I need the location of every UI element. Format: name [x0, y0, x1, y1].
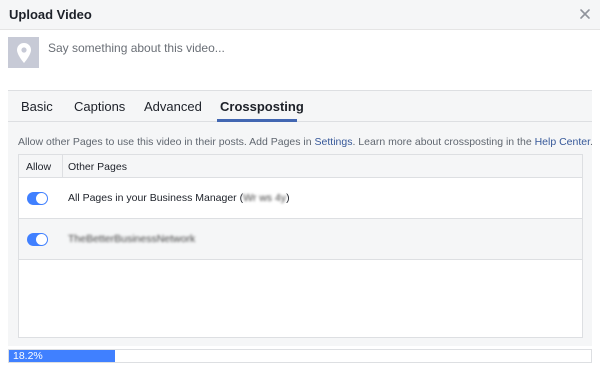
video-description-input[interactable]	[48, 39, 588, 57]
crossposting-panel: Allow other Pages to use this video in t…	[8, 122, 593, 346]
table-header: Allow Other Pages	[19, 155, 582, 178]
page-name-redacted: Wr ws 4y	[243, 192, 287, 204]
page-name: TheBetterBusinessNetwork	[68, 233, 195, 245]
tab-basic[interactable]: Basic	[21, 91, 53, 122]
column-divider	[62, 155, 63, 178]
page-name-label: All Pages in your Business Manager (	[68, 192, 244, 204]
video-thumbnail	[8, 37, 39, 68]
allow-column-header: Allow	[26, 161, 52, 173]
pages-table: Allow Other Pages All Pages in your Busi…	[18, 154, 583, 338]
other-pages-column-header: Other Pages	[68, 161, 127, 173]
info-text-middle: . Learn more about crossposting in the	[352, 136, 535, 148]
close-button[interactable]	[576, 5, 594, 23]
table-row: All Pages in your Business Manager (Wr w…	[19, 178, 582, 219]
info-text-suffix: .	[590, 136, 593, 148]
upload-progress-label: 18.2%	[13, 350, 43, 362]
tab-crossposting[interactable]: Crossposting	[217, 91, 304, 122]
upload-progress-bar: 18.2%	[8, 349, 592, 363]
dialog-header: Upload Video	[0, 0, 600, 30]
dialog-title: Upload Video	[9, 7, 92, 22]
tab-captions[interactable]: Captions	[74, 91, 125, 122]
allow-toggle[interactable]	[27, 192, 48, 205]
help-center-link[interactable]: Help Center	[535, 136, 590, 148]
crossposting-info: Allow other Pages to use this video in t…	[18, 136, 593, 148]
settings-link[interactable]: Settings	[315, 136, 353, 148]
allow-toggle[interactable]	[27, 233, 48, 246]
page-name: All Pages in your Business Manager (Wr w…	[68, 192, 290, 204]
page-name-end: )	[286, 192, 290, 204]
close-icon	[580, 9, 590, 19]
info-text-prefix: Allow other Pages to use this video in t…	[18, 136, 315, 148]
toggle-knob	[36, 193, 47, 204]
tab-bar: Basic Captions Advanced Crossposting	[8, 90, 592, 122]
table-row: TheBetterBusinessNetwork	[19, 219, 582, 260]
tab-advanced[interactable]: Advanced	[144, 91, 202, 122]
map-pin-icon	[16, 42, 31, 63]
page-name-redacted: TheBetterBusinessNetwork	[68, 233, 196, 245]
toggle-knob	[36, 234, 47, 245]
